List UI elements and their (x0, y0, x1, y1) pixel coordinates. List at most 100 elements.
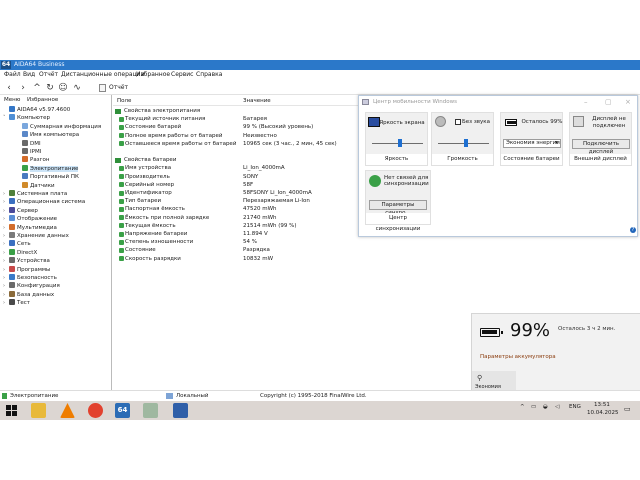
tree-item[interactable]: › Конфигурация (3, 282, 60, 290)
directx-icon (9, 248, 15, 255)
tree-item[interactable]: › Устройства (3, 257, 50, 265)
brightness-tile: Яркость экрана Яркость (365, 112, 428, 166)
property-row[interactable]: Паспортная ёмкость 47520 mWh (113, 205, 358, 213)
forward-icon[interactable]: › (18, 82, 28, 94)
tree-item[interactable]: › Сервер (3, 206, 38, 215)
column-field-header[interactable]: Поле (117, 97, 131, 105)
tree-item[interactable]: › Программы (3, 265, 50, 274)
speaker-icon (435, 116, 446, 127)
report-button[interactable]: Отчёт (99, 83, 128, 93)
tray-network-icon[interactable]: ◒ (543, 404, 548, 411)
menu-tools[interactable]: Сервис (171, 71, 193, 79)
tree-item[interactable]: › Хранение данных (3, 232, 69, 240)
property-row[interactable]: Скорость разрядки 10832 mW (113, 255, 358, 263)
clock-time[interactable]: 13:51 (594, 402, 610, 409)
minimize-icon[interactable]: – (584, 96, 588, 108)
battery-settings-link[interactable]: Параметры аккумулятора (480, 353, 556, 361)
menu-remote[interactable]: Дистанционные операции (61, 71, 144, 79)
tree-item[interactable]: ˅ Компьютер (3, 114, 50, 122)
sync-settings-button[interactable]: Параметры синхро... (369, 200, 427, 216)
property-row[interactable]: Серийный номер 58F (113, 181, 358, 189)
network-icon (9, 240, 15, 247)
tree-item[interactable]: Портативный ПК (16, 173, 79, 181)
tray-volume-icon[interactable]: ◁ (555, 404, 559, 411)
property-row[interactable]: Текущий источник питания Батарея (113, 115, 358, 123)
property-icon (119, 190, 124, 196)
tree-item[interactable]: IPMI (16, 148, 41, 156)
vlc-icon[interactable] (60, 403, 75, 418)
property-row[interactable]: Оставшееся время работы от батарей 10965 … (113, 140, 358, 148)
property-row[interactable]: Производитель SONY (113, 173, 358, 181)
tree-item[interactable]: › База данных (3, 290, 54, 299)
tray-battery-icon[interactable]: ▭ (531, 404, 536, 411)
tab-menu[interactable]: Меню (4, 96, 20, 104)
tree-item[interactable]: › Тест (3, 299, 30, 307)
notifications-icon[interactable]: ▭ (624, 406, 631, 413)
clock-date[interactable]: 10.04.2025 (587, 410, 619, 417)
aida64-taskbar-icon[interactable]: 64 (115, 403, 130, 418)
menu-view[interactable]: Вид (23, 71, 35, 79)
tree-item[interactable]: Датчики (16, 181, 55, 190)
utility-icon[interactable] (143, 403, 158, 418)
brightness-slider-thumb[interactable] (398, 139, 403, 147)
menu-help[interactable]: Справка (196, 71, 222, 79)
start-button[interactable] (5, 403, 20, 418)
tree-item[interactable]: Суммарная информация (16, 122, 101, 131)
mobility-center-taskbar-icon[interactable] (173, 403, 188, 418)
property-row[interactable]: Идентификатор 58FSONY Li_Ion_4000mA (113, 189, 358, 197)
user-icon[interactable]: ☺ (58, 82, 68, 94)
connect-display-button[interactable]: Подключить дисплей (572, 139, 630, 155)
tree-item[interactable]: › Системная плата (3, 190, 67, 198)
file-explorer-icon[interactable] (31, 403, 46, 418)
tree-item[interactable]: › Мультимедиа (3, 223, 57, 232)
menu-favorites[interactable]: Избранное (136, 71, 170, 79)
tree-item[interactable]: AIDA64 v5.97.4600 (3, 106, 70, 114)
tree-item[interactable]: › Операционная система (3, 198, 85, 206)
tree-item[interactable]: Разгон (16, 156, 49, 164)
mobility-center-titlebar[interactable]: Центр мобильности Windows – ▢ × (359, 96, 637, 108)
property-row[interactable]: Текущая ёмкость 21514 mWh (99 %) (113, 222, 358, 230)
up-icon[interactable]: ^ (32, 82, 42, 94)
tree-item[interactable]: › Безопасность (3, 274, 57, 282)
property-row[interactable]: Напряжение батареи 11.894 V (113, 230, 358, 238)
power-plan-select[interactable]: Экономия энергии ▾ (503, 139, 561, 148)
details-list: Свойства электропитания Текущий источник … (113, 107, 358, 390)
property-row[interactable]: Степень изношенности 54 % (113, 238, 358, 246)
property-row[interactable]: Полное время работы от батарей Неизвестно (113, 132, 358, 140)
property-row[interactable]: Состояние батарей 99 % (Высокий уровень) (113, 123, 358, 131)
refresh-icon[interactable]: ↻ (45, 82, 55, 94)
menu-report[interactable]: Отчёт (39, 71, 58, 79)
tree-item[interactable]: DMI (16, 139, 41, 148)
tree-item[interactable]: Имя компьютера (16, 131, 79, 139)
window-titlebar[interactable]: 64 AIDA64 Business (0, 60, 640, 70)
column-value-header[interactable]: Значение (243, 97, 271, 105)
tab-favorites[interactable]: Избранное (27, 96, 58, 104)
keyboard-language[interactable]: ENG (569, 404, 581, 411)
tree-item[interactable]: Электропитание (16, 164, 79, 173)
volume-tile: Без звука Громкость (431, 112, 494, 166)
property-field: Текущая ёмкость (125, 222, 176, 229)
tray-expand-icon[interactable]: ^ (520, 404, 525, 411)
maximize-icon[interactable]: ▢ (605, 96, 612, 108)
volume-slider-thumb[interactable] (464, 139, 469, 147)
chart-icon[interactable]: ∿ (72, 82, 82, 94)
storage-icon (9, 232, 15, 238)
property-row[interactable]: Состояние Разрядка (113, 246, 358, 254)
tree-item[interactable]: › Отображение (3, 215, 57, 223)
property-icon (119, 124, 124, 130)
menu-file[interactable]: Файл (4, 71, 21, 79)
back-icon[interactable]: ‹ (4, 82, 14, 94)
tree-item[interactable]: › Сеть (3, 240, 31, 248)
battery-status-text: Осталось 99% (521, 119, 563, 125)
chrome-icon[interactable] (88, 403, 103, 418)
close-icon[interactable]: × (625, 96, 631, 108)
property-row[interactable]: Имя устройства Li_Ion_4000mA (113, 164, 358, 172)
laptop-icon (22, 173, 28, 180)
server-icon (9, 206, 15, 213)
tree-item[interactable]: › DirectX (3, 248, 37, 257)
tree-item-label: DMI (30, 140, 41, 147)
help-icon[interactable]: ? (630, 227, 636, 233)
property-row[interactable]: Тип батареи Перезаряжаемая Li-Ion (113, 197, 358, 205)
mute-checkbox[interactable] (455, 119, 461, 125)
property-row[interactable]: Ёмкость при полной зарядке 21740 mWh (113, 214, 358, 222)
